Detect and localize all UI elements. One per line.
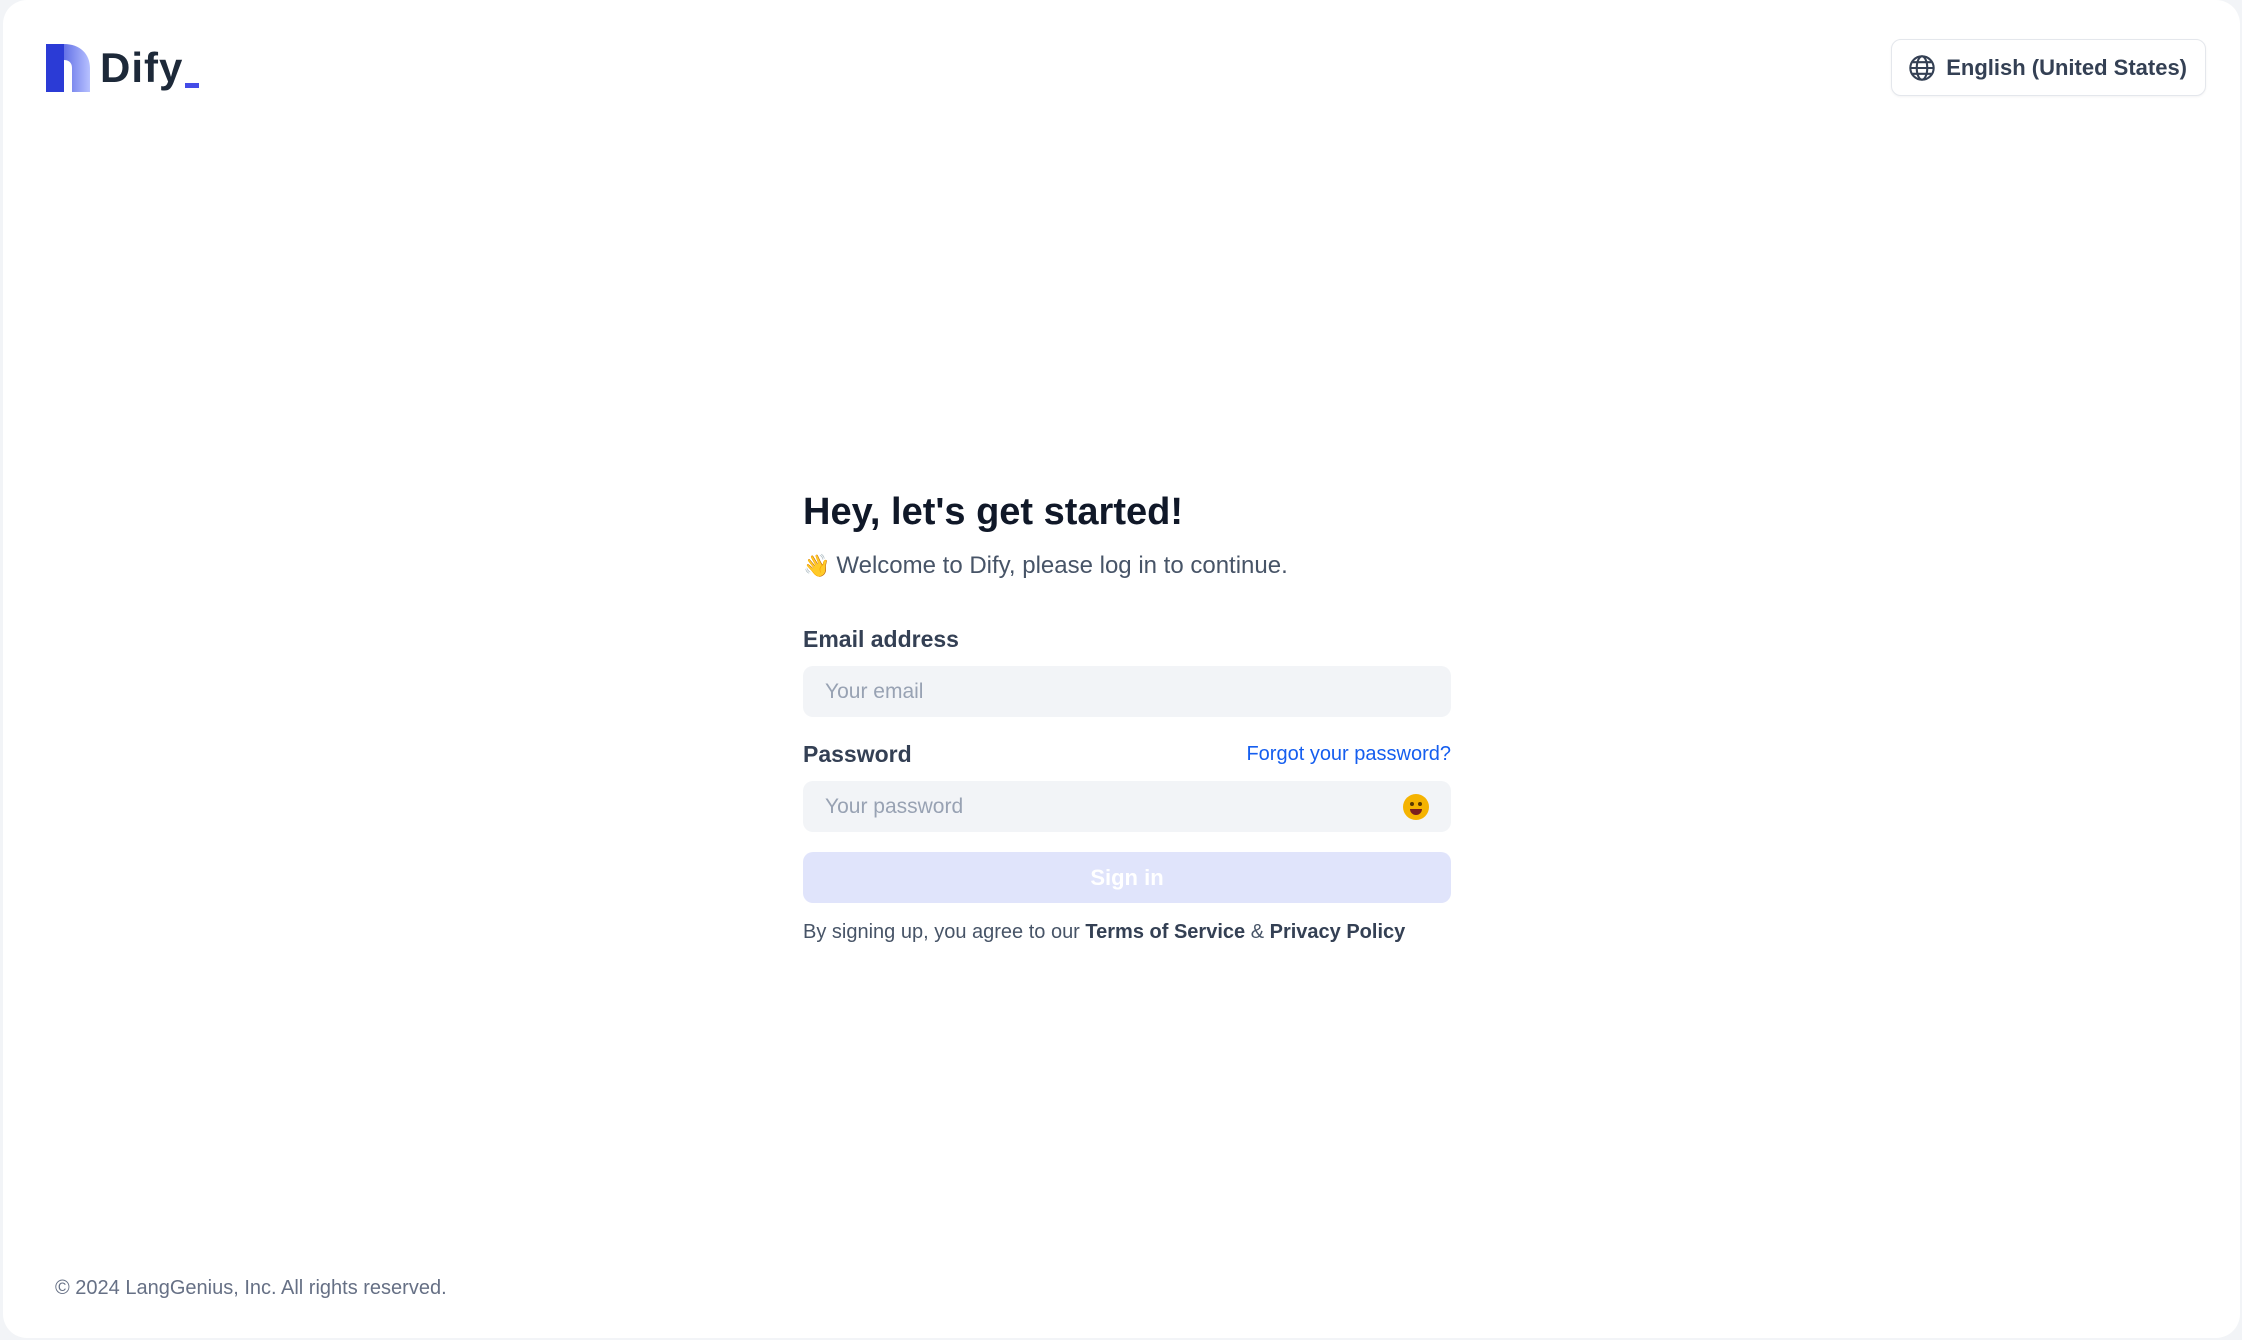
sign-in-button[interactable]: Sign in [803, 852, 1451, 903]
subtitle-text: Welcome to Dify, please log in to contin… [836, 552, 1288, 579]
terms-prefix: By signing up, you agree to our [803, 921, 1080, 943]
password-label-row: Password Forgot your password? [803, 737, 1451, 771]
terms-ampersand: & [1250, 921, 1265, 943]
dify-logo-icon [46, 44, 90, 92]
page-subtitle: 👋 Welcome to Dify, please log in to cont… [803, 548, 1451, 584]
page-title: Hey, let's get started! [803, 491, 1183, 533]
page-frame: Dify English (United States) Hey, let's … [3, 0, 2240, 1338]
brand-cursor [185, 83, 200, 88]
dify-logo[interactable]: Dify [46, 43, 200, 93]
email-label: Email address [803, 626, 959, 652]
language-selector[interactable]: English (United States) [1891, 39, 2206, 96]
password-wrapper [803, 781, 1451, 832]
email-field[interactable] [803, 666, 1451, 717]
wave-icon: 👋 [803, 553, 831, 578]
language-label: English (United States) [1946, 54, 2187, 80]
brand-name: Dify [100, 43, 200, 93]
password-label: Password [803, 741, 912, 767]
terms-notice: By signing up, you agree to our Terms of… [803, 917, 1451, 947]
forgot-password-link[interactable]: Forgot your password? [1246, 743, 1451, 766]
password-field[interactable] [803, 781, 1451, 832]
copyright-footer: © 2024 LangGenius, Inc. All rights reser… [55, 1277, 447, 1299]
terms-of-service-link[interactable]: Terms of Service [1085, 921, 1245, 943]
emoji-eye-icon[interactable] [1403, 794, 1429, 820]
login-form: Hey, let's get started! 👋 Welcome to Dif… [803, 482, 1451, 947]
globe-icon [1909, 54, 1935, 81]
privacy-policy-link[interactable]: Privacy Policy [1270, 921, 1406, 943]
